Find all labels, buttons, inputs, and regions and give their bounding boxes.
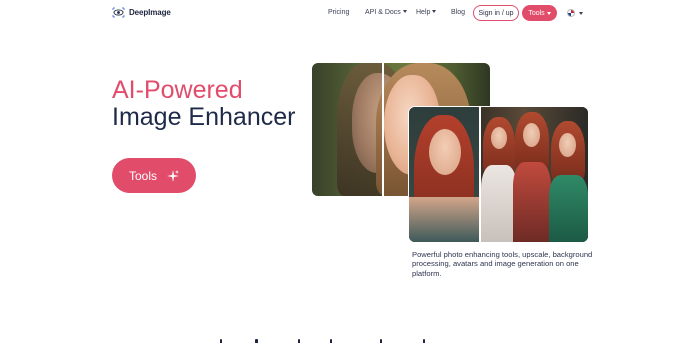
- nav-link-help[interactable]: Help: [416, 9, 437, 16]
- chevron-down-icon: [546, 11, 551, 15]
- nav-link-blog[interactable]: Blog: [451, 9, 465, 16]
- nav-link-label: API & Docs: [365, 9, 401, 16]
- comparison-divider[interactable]: [382, 63, 384, 196]
- hero-title-line1: AI-Powered: [112, 76, 243, 104]
- hero-tools-label: Tools: [128, 168, 157, 183]
- chevron-down-icon: [579, 11, 583, 15]
- nav-link-label: Blog: [451, 9, 466, 16]
- next-section-heading-fragment: [210, 336, 440, 343]
- nav-link-pricing[interactable]: Pricing: [328, 9, 349, 16]
- glyph-fragment: [380, 339, 382, 343]
- portrait-body: [409, 197, 479, 242]
- sparkle-icon: [167, 169, 179, 182]
- portrait-face: [523, 123, 540, 147]
- portrait-dress-green: [549, 175, 588, 242]
- chevron-down-icon: [432, 10, 437, 13]
- avatar-collage-image: [409, 107, 588, 242]
- language-selector[interactable]: [567, 9, 583, 17]
- tools-menu-button[interactable]: Tools: [522, 5, 557, 21]
- hero-tools-button[interactable]: Tools: [112, 158, 196, 193]
- portrait-face: [559, 133, 576, 157]
- nav-link-label: Help: [416, 9, 431, 16]
- tools-label: Tools: [528, 9, 545, 17]
- portrait-redhead: [409, 107, 479, 242]
- signin-button[interactable]: Sign in / up: [473, 5, 519, 21]
- glyph-fragment: [255, 339, 258, 343]
- nav-link-label: Pricing: [328, 9, 350, 16]
- logo[interactable]: DeepImage: [112, 7, 171, 18]
- portrait-face: [491, 127, 507, 149]
- glyph-fragment: [298, 339, 300, 343]
- portrait-dress-red: [513, 162, 551, 242]
- signin-label: Sign in / up: [478, 9, 514, 17]
- glyph-fragment: [423, 339, 425, 343]
- portrait-face: [429, 129, 461, 175]
- glyph-fragment: [220, 339, 222, 343]
- portrait-group: [481, 107, 588, 242]
- portrait-dress-white: [481, 165, 517, 242]
- hero-title-line2: Image Enhancer: [112, 103, 296, 131]
- eye-logo-icon: [112, 7, 125, 18]
- hero-description: Powerful photo enhancing tools, upscale,…: [412, 250, 593, 278]
- nav-link-api-docs[interactable]: API & Docs: [365, 9, 407, 16]
- uk-flag-icon: [567, 9, 575, 17]
- glyph-fragment: [330, 339, 332, 343]
- logo-text: DeepImage: [129, 8, 171, 17]
- top-nav: DeepImage Pricing API & Docs Help Blog S…: [0, 0, 700, 28]
- chevron-down-icon: [402, 10, 407, 13]
